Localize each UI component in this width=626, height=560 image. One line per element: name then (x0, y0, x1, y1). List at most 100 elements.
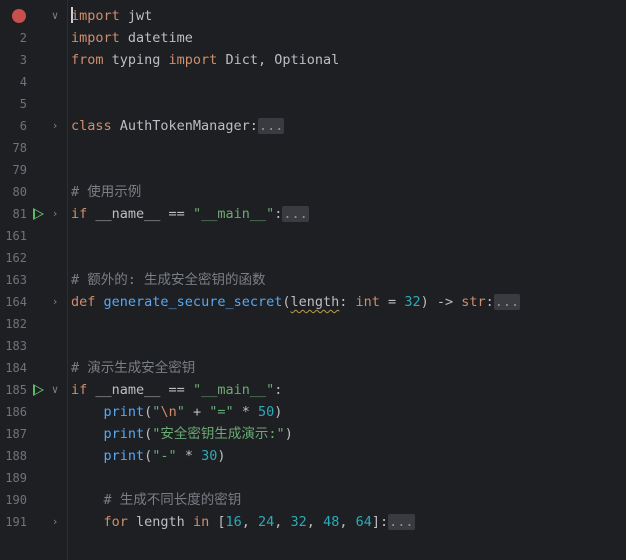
code-line[interactable]: 161 (0, 225, 626, 247)
line-number[interactable]: 185 (0, 379, 27, 401)
line-number[interactable]: 184 (0, 357, 27, 379)
code-text[interactable]: # 使用示例 (71, 181, 141, 203)
code-line[interactable]: 190 # 生成不同长度的密钥 (0, 489, 626, 511)
code-text[interactable]: if __name__ == "__main__":... (71, 203, 309, 225)
line-number[interactable]: 163 (0, 269, 27, 291)
code-line[interactable]: 4 (0, 71, 626, 93)
folded-code-placeholder[interactable]: ... (282, 206, 309, 222)
code-line[interactable]: 191 › for length in [16, 24, 32, 48, 64]:… (0, 511, 626, 533)
folded-code-placeholder[interactable]: ... (257, 118, 285, 134)
fold-collapsed-icon[interactable]: › (50, 115, 60, 137)
run-icon[interactable] (33, 208, 44, 220)
code-token: # 生成不同长度的密钥 (103, 492, 242, 508)
code-line[interactable]: 80 # 使用示例 (0, 181, 626, 203)
code-token: in (192, 514, 210, 530)
line-number[interactable]: 182 (0, 313, 27, 335)
breakpoint-icon[interactable] (12, 9, 26, 23)
code-text[interactable]: for length in [16, 24, 32, 48, 64]:... (71, 511, 415, 533)
line-number[interactable]: 2 (0, 27, 27, 49)
code-token: = (379, 294, 405, 310)
code-text[interactable]: if __name__ == "__main__": (71, 379, 282, 401)
line-number[interactable]: 161 (0, 225, 27, 247)
line-number[interactable]: 187 (0, 423, 27, 445)
line-number[interactable]: 4 (0, 71, 27, 93)
code-line[interactable]: 186 print("\n" + "=" * 50) (0, 401, 626, 423)
code-text[interactable]: print("-" * 30) (71, 445, 226, 467)
code-line[interactable]: 3 from typing import Dict, Optional (0, 49, 626, 71)
code-line[interactable]: 78 (0, 137, 626, 159)
code-line[interactable]: ∨ import jwt (0, 5, 626, 27)
code-token: print (103, 404, 145, 420)
line-number[interactable]: 6 (0, 115, 27, 137)
line-number[interactable]: 162 (0, 247, 27, 269)
code-text[interactable]: print("\n" + "=" * 50) (71, 401, 283, 423)
code-line[interactable]: 187 print("安全密钥生成演示:") (0, 423, 626, 445)
code-line[interactable]: 162 (0, 247, 626, 269)
line-number[interactable]: 183 (0, 335, 27, 357)
code-text[interactable]: import jwt (71, 5, 152, 27)
folded-code-placeholder[interactable]: ... (493, 294, 521, 310)
fold-expanded-icon[interactable]: ∨ (50, 5, 60, 27)
fold-collapsed-icon[interactable]: › (50, 291, 60, 313)
line-number[interactable]: 80 (0, 181, 27, 203)
code-line[interactable]: 182 (0, 313, 626, 335)
code-token: "-" (152, 448, 177, 464)
code-token: 64 (355, 514, 372, 530)
code-line[interactable]: 188 print("-" * 30) (0, 445, 626, 467)
line-number[interactable]: 189 (0, 467, 27, 489)
line-number[interactable]: 79 (0, 159, 27, 181)
folded-code-placeholder[interactable]: ... (388, 514, 415, 530)
code-text[interactable]: class AuthTokenManager:... (71, 115, 285, 137)
code-line[interactable]: 189 (0, 467, 626, 489)
code-text[interactable]: import datetime (71, 27, 193, 49)
line-number[interactable]: 188 (0, 445, 27, 467)
code-token: AuthTokenManager: (111, 118, 258, 134)
line-number[interactable]: 5 (0, 93, 27, 115)
fold-collapsed-icon[interactable]: › (50, 203, 60, 225)
code-token: "=" (209, 404, 234, 420)
code-token: , (306, 514, 324, 530)
code-token: __name__ == (87, 206, 193, 222)
code-text[interactable]: def generate_secure_secret(length: int =… (71, 291, 521, 313)
code-text[interactable]: # 额外的: 生成安全密钥的函数 (71, 269, 266, 291)
code-token: 32 (290, 514, 307, 530)
line-number[interactable]: 3 (0, 49, 27, 71)
line-number[interactable]: 164 (0, 291, 27, 313)
code-line[interactable]: 183 (0, 335, 626, 357)
code-line[interactable]: 185 ∨ if __name__ == "__main__": (0, 379, 626, 401)
line-number[interactable]: 190 (0, 489, 27, 511)
code-text[interactable]: from typing import Dict, Optional (71, 49, 339, 71)
code-token: # 使用示例 (71, 184, 142, 200)
code-token: import (71, 8, 120, 24)
code-line[interactable]: 81 › if __name__ == "__main__":... (0, 203, 626, 225)
code-token: print (103, 426, 145, 442)
fold-expanded-icon[interactable]: ∨ (50, 379, 60, 401)
code-text[interactable]: print("安全密钥生成演示:") (71, 423, 293, 445)
line-number[interactable]: 78 (0, 137, 27, 159)
code-line[interactable]: 5 (0, 93, 626, 115)
code-token: length (290, 294, 340, 310)
code-token: def (71, 294, 96, 310)
code-text[interactable]: # 生成不同长度的密钥 (71, 489, 242, 511)
code-line[interactable]: 164 › def generate_secure_secret(length: i… (0, 291, 626, 313)
code-editor[interactable]: ∨ import jwt 2 import datetime 3 from typing … (0, 0, 626, 560)
code-token: "__main__" (192, 206, 275, 222)
code-token: ]: (371, 514, 389, 530)
code-token: : (274, 382, 283, 398)
line-number[interactable]: 186 (0, 401, 27, 423)
run-icon[interactable] (33, 384, 44, 396)
code-line[interactable]: 6 › class AuthTokenManager:... (0, 115, 626, 137)
code-line[interactable]: 184 # 演示生成安全密钥 (0, 357, 626, 379)
code-line[interactable]: 79 (0, 159, 626, 181)
code-line[interactable]: 2 import datetime (0, 27, 626, 49)
code-token: "安全密钥生成演示:" (152, 426, 285, 442)
code-line[interactable]: 163 # 额外的: 生成安全密钥的函数 (0, 269, 626, 291)
line-number[interactable]: 191 (0, 511, 27, 533)
code-token: : (339, 294, 356, 310)
code-text[interactable]: # 演示生成安全密钥 (71, 357, 195, 379)
fold-collapsed-icon[interactable]: › (50, 511, 60, 533)
line-number[interactable]: 81 (0, 203, 27, 225)
